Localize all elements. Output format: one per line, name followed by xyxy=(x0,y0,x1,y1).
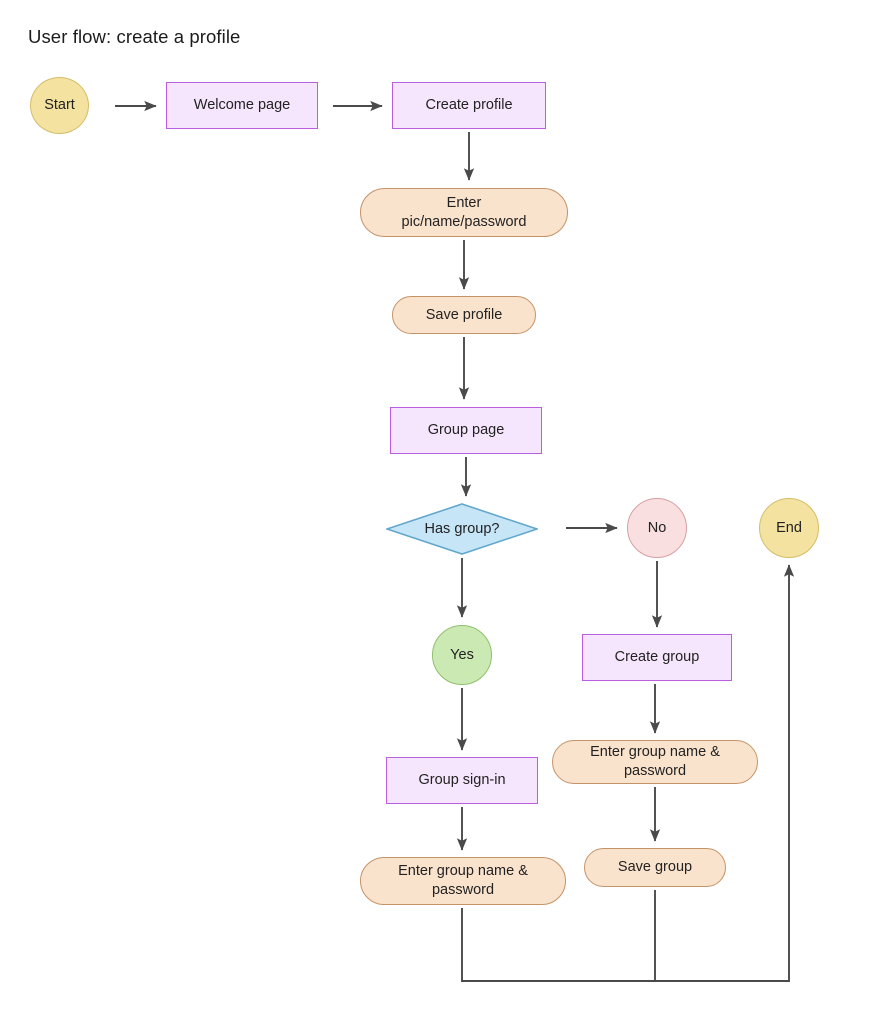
node-welcome[interactable]: Welcome page xyxy=(166,82,318,129)
node-label: Start xyxy=(44,97,75,114)
node-save-grp[interactable]: Save group xyxy=(584,848,726,887)
node-label: Yes xyxy=(450,646,474,663)
node-label: Group page xyxy=(427,422,505,439)
node-enter-pic[interactable]: Enter pic/name/password xyxy=(360,188,568,237)
node-label: Welcome page xyxy=(193,97,291,114)
node-group-page[interactable]: Group page xyxy=(390,407,542,454)
node-label: Create group xyxy=(614,649,700,666)
node-label: Enter group name & password xyxy=(398,863,528,898)
node-label: Group sign-in xyxy=(418,772,506,789)
node-no[interactable]: No xyxy=(627,498,687,558)
node-label: Save group xyxy=(617,859,693,876)
node-create-prof[interactable]: Create profile xyxy=(392,82,546,129)
page-title: User flow: create a profile xyxy=(28,26,241,47)
node-create-grp[interactable]: Create group xyxy=(582,634,732,681)
node-yes[interactable]: Yes xyxy=(432,625,492,685)
node-label: Enter pic/name/password xyxy=(401,194,527,230)
node-save-prof[interactable]: Save profile xyxy=(392,296,536,334)
node-label: No xyxy=(647,519,667,536)
node-enter-grp-r[interactable]: Enter group name & password xyxy=(552,740,758,784)
node-label: Enter group name & password xyxy=(590,744,720,779)
node-label: Save profile xyxy=(425,306,503,323)
node-start[interactable]: Start xyxy=(30,77,89,134)
node-has-group[interactable]: Has group? xyxy=(386,503,538,555)
node-label: Has group? xyxy=(424,520,500,537)
node-label: End xyxy=(776,519,802,536)
node-end[interactable]: End xyxy=(759,498,819,558)
node-grp-signin[interactable]: Group sign-in xyxy=(386,757,538,804)
node-enter-grp-l[interactable]: Enter group name & password xyxy=(360,857,566,905)
node-label: Create profile xyxy=(425,97,513,114)
